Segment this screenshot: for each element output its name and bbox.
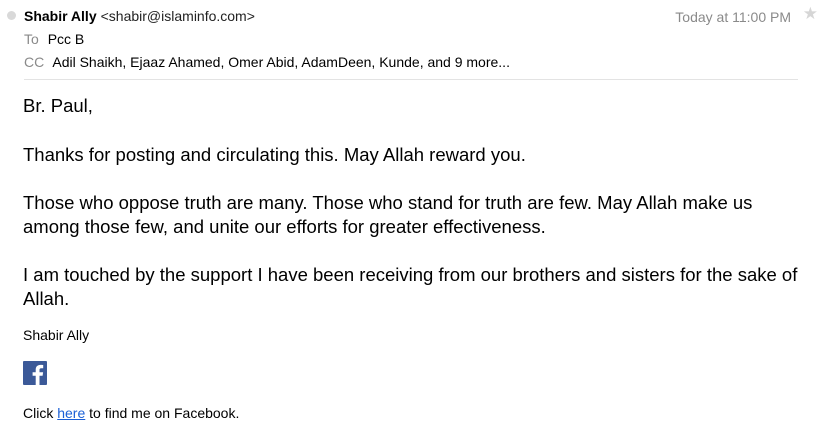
click-suffix: to find me on Facebook. [89,405,240,421]
message-header: Shabir Ally <shabir@islaminfo.com> Today … [0,0,834,80]
to-recipient[interactable]: Pcc B [48,31,85,47]
sender-email[interactable]: <shabir@islaminfo.com> [101,8,255,24]
facebook-here-link[interactable]: here [57,405,85,421]
cc-label: CC [24,54,45,70]
unread-status-dot[interactable] [7,11,16,20]
click-prefix: Click [23,405,54,421]
message-date: Today at 11:00 PM [675,9,791,25]
body-paragraph: I am touched by the support I have been … [23,264,798,309]
facebook-link-line: Click here to find me on Facebook. [23,404,239,422]
signature-name: Shabir Ally [23,327,90,343]
to-line: To Pcc B [24,30,84,48]
cc-line: CC Adil Shaikh, Ejaaz Ahamed, Omer Abid,… [24,53,510,71]
sender-name[interactable]: Shabir Ally [24,8,97,24]
body-paragraph: Thanks for posting and circulating this.… [23,144,526,165]
facebook-icon[interactable] [23,361,47,385]
cc-recipients[interactable]: Adil Shaikh, Ejaaz Ahamed, Omer Abid, Ad… [52,54,510,70]
from-line: Shabir Ally <shabir@islaminfo.com> [24,7,255,25]
header-divider [24,79,798,80]
greeting: Br. Paul, [23,95,93,116]
to-label: To [24,31,39,47]
star-icon[interactable]: ★ [803,4,818,24]
body-paragraph: Those who oppose truth are many. Those w… [23,192,753,237]
